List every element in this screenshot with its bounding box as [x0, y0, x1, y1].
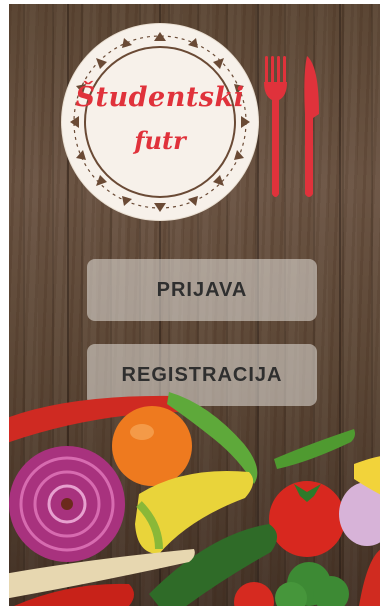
red-pepper-right — [359, 549, 380, 606]
vegetables-image — [9, 392, 380, 606]
login-button[interactable]: PRIJAVA — [87, 259, 317, 321]
cutlery-icons — [264, 56, 319, 197]
logo-title-line1: Študentski — [75, 82, 245, 113]
fork-icon — [264, 56, 287, 197]
app-background: Študentski futr PRIJAVA REGISTRACIJA — [9, 4, 380, 606]
logo-title-line2: futr — [134, 126, 186, 155]
logo-inner-circle — [84, 46, 236, 198]
garlic — [339, 482, 380, 546]
phone-screen: Študentski futr PRIJAVA REGISTRACIJA — [0, 0, 388, 606]
cherry-tomato — [234, 582, 274, 606]
knife-icon — [304, 56, 319, 197]
green-chili-small — [274, 429, 355, 469]
orange-tomato — [112, 406, 192, 486]
app-logo: Študentski futr — [62, 24, 258, 220]
